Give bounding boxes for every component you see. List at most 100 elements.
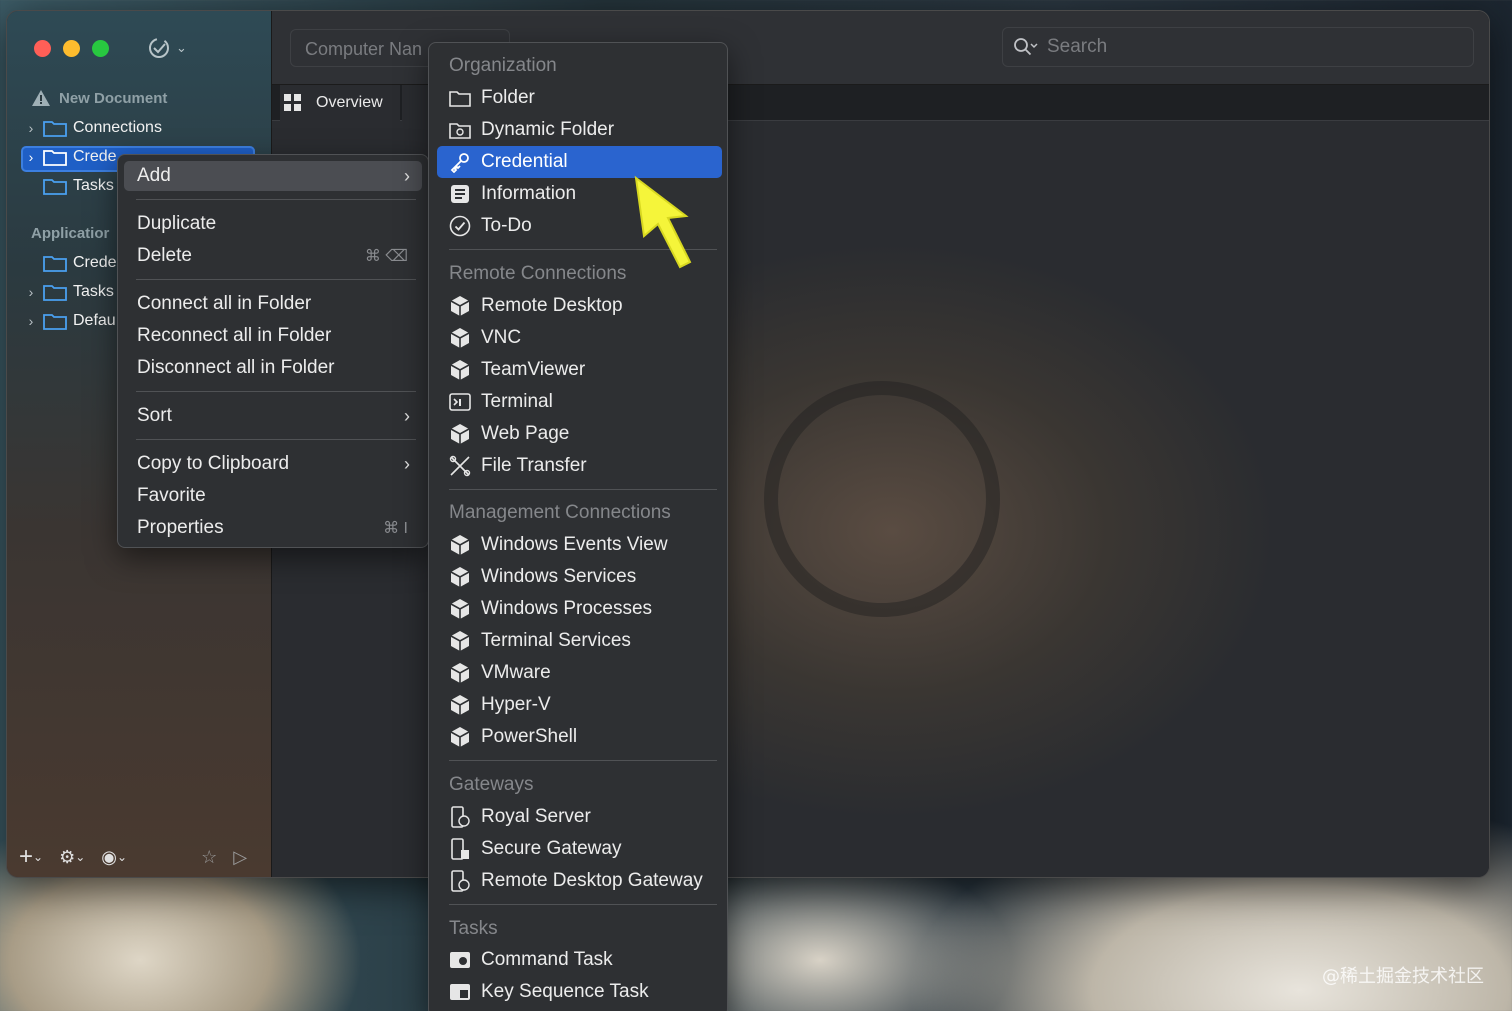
sidebar-item-tasks[interactable]: Tasks <box>25 173 114 199</box>
credit-watermark: @稀土掘金技术社区 <box>1322 966 1484 987</box>
folder-icon <box>43 150 67 166</box>
menu-item-secure-gateway[interactable]: Secure Gateway <box>437 833 722 865</box>
menu-item-dynamic-folder[interactable]: Dynamic Folder <box>437 114 722 146</box>
menu-item-label: Windows Processes <box>481 598 653 619</box>
menu-item-label: Dynamic Folder <box>481 119 615 140</box>
menu-item-vmware[interactable]: VMware <box>437 657 722 689</box>
menu-item-powershell[interactable]: PowerShell <box>437 721 722 753</box>
sidebar-app-item-default[interactable]: › Defau <box>25 308 116 334</box>
chevron-down-icon: ⌄ <box>117 850 128 864</box>
chevron-right-icon[interactable]: › <box>25 120 37 136</box>
menu-item-properties[interactable]: Properties ⌘ I <box>124 513 422 543</box>
menu-item-terminal-services[interactable]: Terminal Services <box>437 625 722 657</box>
sidebar-app-item-credentials[interactable]: Crede <box>25 250 117 276</box>
sidebar-item-label: Tasks <box>73 283 114 300</box>
menu-item-label: TeamViewer <box>481 359 586 380</box>
sidebar-item-label: Crede <box>73 148 117 165</box>
application-header[interactable]: Applicatior <box>31 225 109 242</box>
menu-item-sort[interactable]: Sort › <box>124 401 422 431</box>
folder-icon <box>43 256 67 272</box>
menu-separator <box>136 439 416 440</box>
server-icon <box>451 806 470 828</box>
chevron-right-icon[interactable]: › <box>25 284 37 300</box>
menu-item-web-page[interactable]: Web Page <box>437 418 722 450</box>
sidebar-item-connections[interactable]: › Connections <box>25 115 162 141</box>
menu-item-key-sequence-task[interactable]: Key Sequence Task <box>437 976 722 1008</box>
gateway-icon <box>451 838 469 860</box>
add-menu-button[interactable]: + ⌄ <box>19 843 43 871</box>
information-icon <box>451 185 469 203</box>
menu-separator <box>136 199 416 200</box>
warning-icon <box>32 90 50 106</box>
server-icon <box>451 870 470 892</box>
menu-item-label: Secure Gateway <box>481 838 622 859</box>
chevron-right-icon[interactable]: › <box>25 313 37 329</box>
menu-item-reconnect-all[interactable]: Reconnect all in Folder <box>124 321 422 351</box>
folder-icon <box>43 179 67 195</box>
tab-label: Overview <box>316 94 383 111</box>
close-window-button[interactable] <box>34 40 51 57</box>
menu-item-terminal[interactable]: Terminal <box>437 386 722 418</box>
menu-item-windows-services[interactable]: Windows Services <box>437 561 722 593</box>
sync-check-icon <box>149 38 169 58</box>
menu-item-windows-events-view[interactable]: Windows Events View <box>437 529 722 561</box>
sidebar-bottom-bar: + ⌄ ⚙ ⌄ ◉ ⌄ ☆ ▷ <box>7 837 272 877</box>
menu-item-label: Folder <box>481 87 535 108</box>
key-icon <box>450 153 469 173</box>
search-placeholder: Search <box>1047 36 1108 57</box>
sidebar-item-credentials[interactable]: › Crede <box>25 144 117 170</box>
menu-item-copy-clipboard[interactable]: Copy to Clipboard › <box>124 449 422 479</box>
menu-item-rd-gateway[interactable]: Remote Desktop Gateway <box>437 865 722 897</box>
menu-item-add[interactable]: Add › <box>124 161 422 191</box>
cube-icon <box>450 727 470 747</box>
tab-overview[interactable]: Overview <box>280 85 400 121</box>
folder-icon <box>43 314 67 330</box>
menu-item-label: Add <box>137 165 171 186</box>
menu-item-vnc[interactable]: VNC <box>437 322 722 354</box>
menu-item-connect-all[interactable]: Connect all in Folder <box>124 289 422 319</box>
settings-menu-button[interactable]: ⚙ ⌄ <box>59 847 85 868</box>
menu-item-windows-processes[interactable]: Windows Processes <box>437 593 722 625</box>
gear-icon: ⚙ <box>59 846 76 867</box>
menu-item-label: Favorite <box>137 485 206 506</box>
sidebar-app-item-tasks[interactable]: › Tasks <box>25 279 114 305</box>
sync-menu-button[interactable]: ⌄ <box>148 36 196 60</box>
cube-icon <box>450 296 470 316</box>
menu-item-folder[interactable]: Folder <box>437 82 722 114</box>
menu-item-label: Credential <box>481 151 568 172</box>
chevron-down-icon: ⌄ <box>75 850 86 864</box>
search-input[interactable]: Search <box>1002 27 1474 67</box>
folder-icon <box>43 121 67 137</box>
menu-item-duplicate[interactable]: Duplicate <box>124 209 422 239</box>
play-button[interactable]: ▷ <box>233 847 247 868</box>
cube-icon <box>450 360 470 380</box>
menu-item-file-transfer[interactable]: File Transfer <box>437 450 722 482</box>
shortcut-label: ⌘ ⌫ <box>364 248 408 265</box>
menu-item-label: Terminal Services <box>481 630 631 651</box>
chevron-right-icon[interactable]: › <box>25 149 37 165</box>
menu-item-command-task[interactable]: Command Task <box>437 944 722 976</box>
connection-menu-button[interactable]: ◉ ⌄ <box>101 847 127 868</box>
menu-item-remote-desktop[interactable]: Remote Desktop <box>437 290 722 322</box>
menu-item-delete[interactable]: Delete ⌘ ⌫ <box>124 241 422 271</box>
zoom-window-button[interactable] <box>92 40 109 57</box>
terminal-icon <box>449 393 471 411</box>
menu-item-teamviewer[interactable]: TeamViewer <box>437 354 722 386</box>
cube-icon <box>450 663 470 683</box>
menu-item-label: PowerShell <box>481 726 578 747</box>
menu-item-label: File Transfer <box>481 455 587 476</box>
menu-item-royal-server[interactable]: Royal Server <box>437 801 722 833</box>
document-header[interactable]: New Document <box>31 89 167 107</box>
menu-item-label: Information <box>481 183 577 204</box>
section-header-gateways: Gateways <box>449 774 534 795</box>
folder-icon <box>43 285 67 301</box>
favorite-star-button[interactable]: ☆ <box>201 847 217 868</box>
minimize-window-button[interactable] <box>63 40 80 57</box>
menu-item-label: Disconnect all in Folder <box>137 357 335 378</box>
menu-item-disconnect-all[interactable]: Disconnect all in Folder <box>124 353 422 383</box>
sidebar-item-label: Crede <box>73 254 117 271</box>
menu-item-favorite[interactable]: Favorite <box>124 481 422 511</box>
menu-item-hyperv[interactable]: Hyper-V <box>437 689 722 721</box>
menu-item-label: Remote Desktop <box>481 295 623 316</box>
menu-separator <box>449 760 717 761</box>
